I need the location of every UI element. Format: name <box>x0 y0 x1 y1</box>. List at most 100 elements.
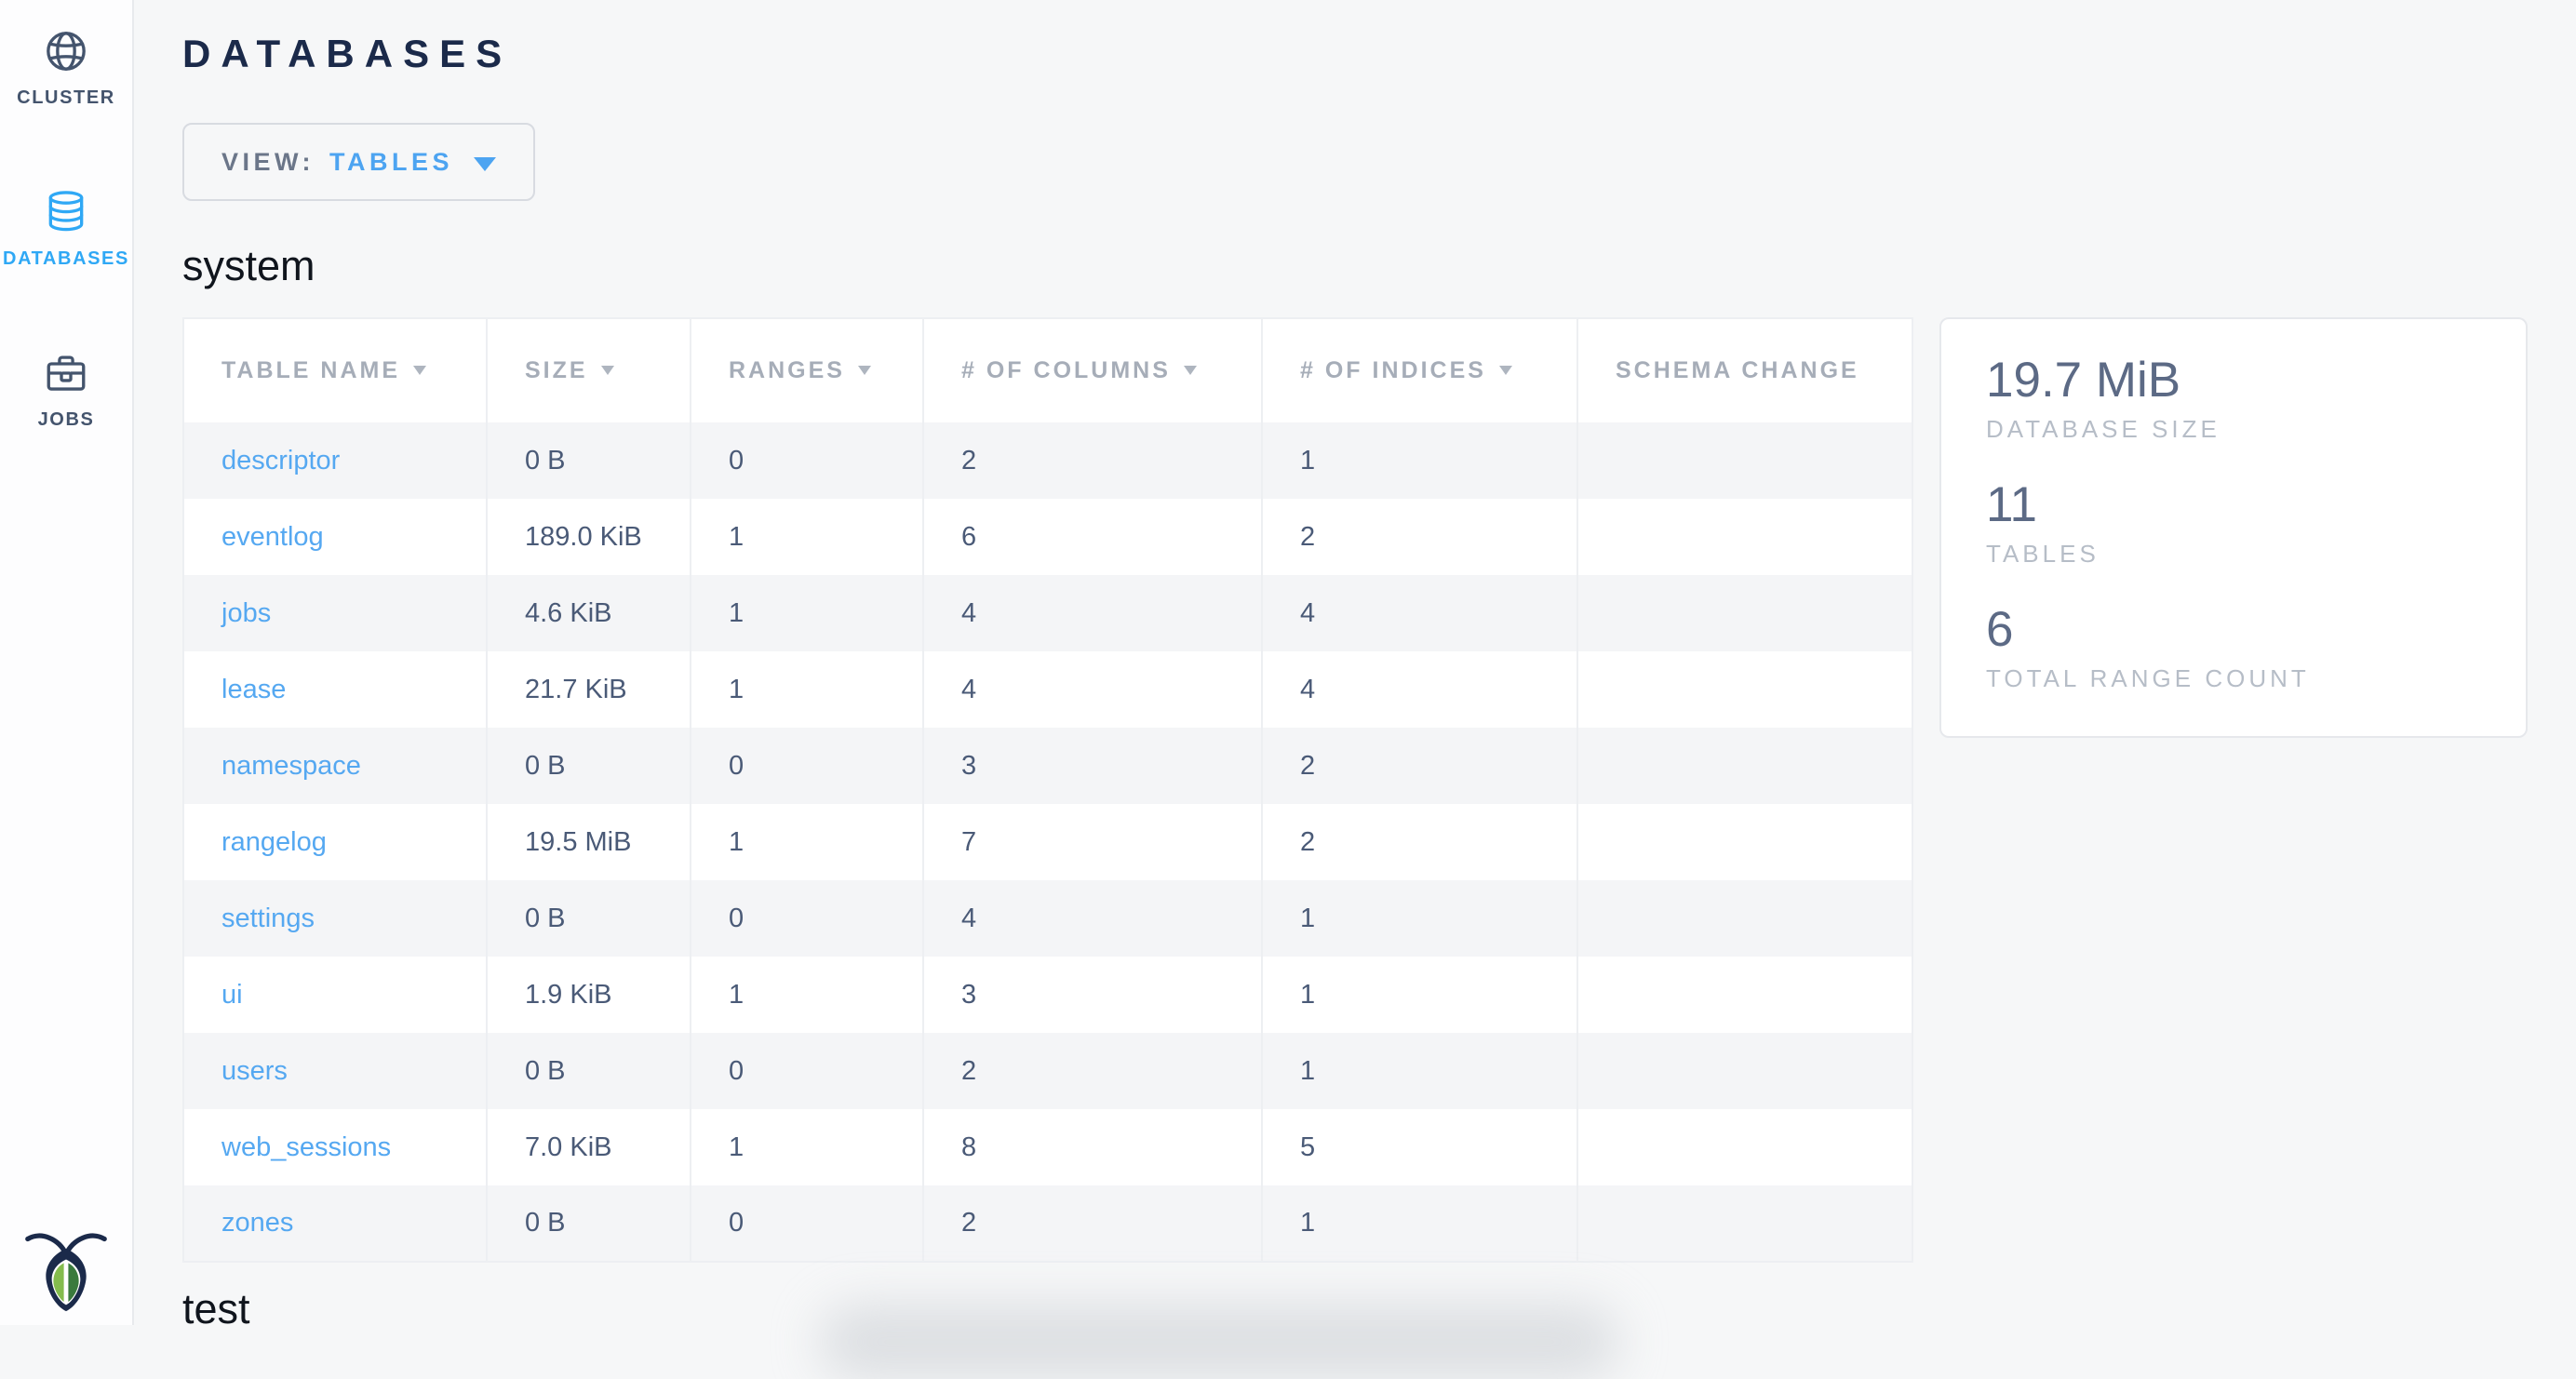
table-name-link[interactable]: ui <box>221 980 243 1010</box>
table-name-cell: ui <box>183 957 487 1033</box>
table-row: rangelog19.5 MiB172 <box>183 804 1912 880</box>
cockroachdb-logo-icon[interactable] <box>21 1227 111 1318</box>
column-header-size[interactable]: SIZE <box>487 318 691 422</box>
table-header-row: TABLE NAME SIZE RANGES # OF COLUMNS # OF IND… <box>183 318 1912 422</box>
table-columns-cell: 2 <box>923 1033 1262 1109</box>
table-ranges-cell: 0 <box>691 422 923 499</box>
table-row: jobs4.6 KiB144 <box>183 575 1912 651</box>
sidebar-item-databases[interactable]: DATABASES <box>0 189 132 270</box>
table-ranges-cell: 1 <box>691 1109 923 1185</box>
table-name-link[interactable]: lease <box>221 675 286 704</box>
column-header-label: # OF COLUMNS <box>961 357 1171 383</box>
table-ranges-cell: 1 <box>691 957 923 1033</box>
table-ranges-cell: 0 <box>691 1185 923 1262</box>
table-name-link[interactable]: rangelog <box>221 827 327 857</box>
table-ranges-cell: 1 <box>691 499 923 575</box>
database-icon <box>43 189 89 235</box>
table-size-cell: 4.6 KiB <box>487 575 691 651</box>
column-header-label: TABLE NAME <box>221 357 400 383</box>
table-indices-cell: 4 <box>1262 575 1577 651</box>
table-ranges-cell: 1 <box>691 804 923 880</box>
table-name-cell: rangelog <box>183 804 487 880</box>
table-row: lease21.7 KiB144 <box>183 651 1912 728</box>
table-indices-cell: 5 <box>1262 1109 1577 1185</box>
table-schema-change-cell <box>1577 1109 1912 1185</box>
table-name-link[interactable]: zones <box>221 1208 293 1238</box>
column-header-table-name[interactable]: TABLE NAME <box>183 318 487 422</box>
system-tables-table: TABLE NAME SIZE RANGES # OF COLUMNS # OF IND… <box>182 317 1913 1263</box>
database-section-title-system: system <box>182 244 2576 288</box>
table-ranges-cell: 1 <box>691 575 923 651</box>
table-columns-cell: 4 <box>923 651 1262 728</box>
sort-caret-icon <box>1184 366 1197 375</box>
table-name-link[interactable]: namespace <box>221 751 361 781</box>
sort-caret-icon <box>858 366 871 375</box>
table-ranges-cell: 0 <box>691 880 923 957</box>
table-size-cell: 0 B <box>487 1033 691 1109</box>
table-indices-cell: 1 <box>1262 957 1577 1033</box>
database-section-title-test: test <box>182 1287 2576 1331</box>
table-name-link[interactable]: web_sessions <box>221 1132 391 1162</box>
database-summary-card: 19.7 MiB DATABASE SIZE 11 TABLES 6 TOTAL… <box>1939 317 2528 738</box>
table-columns-cell: 8 <box>923 1109 1262 1185</box>
table-name-cell: settings <box>183 880 487 957</box>
table-name-cell: descriptor <box>183 422 487 499</box>
table-name-cell: zones <box>183 1185 487 1262</box>
sort-caret-icon <box>1499 366 1512 375</box>
caret-down-icon <box>474 157 496 171</box>
stat-tables: 11 TABLES <box>1986 477 2481 569</box>
stat-total-range-count: 6 TOTAL RANGE COUNT <box>1986 602 2481 693</box>
column-header-label: SIZE <box>525 357 588 383</box>
briefcase-icon <box>43 350 89 396</box>
main-content: DATABASES VIEW: TABLES system TABLE NAME… <box>136 0 2576 1332</box>
globe-icon <box>43 28 89 74</box>
column-header-schema-change: SCHEMA CHANGE <box>1577 318 1912 422</box>
table-name-cell: namespace <box>183 728 487 804</box>
table-columns-cell: 3 <box>923 957 1262 1033</box>
table-name-link[interactable]: settings <box>221 904 315 933</box>
table-columns-cell: 2 <box>923 1185 1262 1262</box>
sidebar-item-label: JOBS <box>38 409 95 431</box>
column-header-label: RANGES <box>729 357 845 383</box>
stat-label: TABLES <box>1986 540 2481 569</box>
table-indices-cell: 4 <box>1262 651 1577 728</box>
table-name-cell: jobs <box>183 575 487 651</box>
table-size-cell: 0 B <box>487 422 691 499</box>
table-name-cell: eventlog <box>183 499 487 575</box>
table-columns-cell: 6 <box>923 499 1262 575</box>
table-name-cell: web_sessions <box>183 1109 487 1185</box>
table-row: settings0 B041 <box>183 880 1912 957</box>
table-indices-cell: 1 <box>1262 880 1577 957</box>
table-name-link[interactable]: jobs <box>221 598 271 628</box>
column-header-label: # OF INDICES <box>1300 357 1486 383</box>
table-ranges-cell: 1 <box>691 651 923 728</box>
table-schema-change-cell <box>1577 575 1912 651</box>
column-header-label: SCHEMA CHANGE <box>1616 357 1859 383</box>
table-schema-change-cell <box>1577 880 1912 957</box>
table-schema-change-cell <box>1577 651 1912 728</box>
table-columns-cell: 2 <box>923 422 1262 499</box>
view-dropdown[interactable]: VIEW: TABLES <box>182 123 535 201</box>
column-header-ranges[interactable]: RANGES <box>691 318 923 422</box>
table-indices-cell: 2 <box>1262 728 1577 804</box>
stat-value: 6 <box>1986 602 2481 659</box>
column-header-of-indices[interactable]: # OF INDICES <box>1262 318 1577 422</box>
table-ranges-cell: 0 <box>691 1033 923 1109</box>
table-row: eventlog189.0 KiB162 <box>183 499 1912 575</box>
sort-caret-icon <box>413 366 426 375</box>
table-name-link[interactable]: descriptor <box>221 446 340 475</box>
table-schema-change-cell <box>1577 1185 1912 1262</box>
table-name-link[interactable]: users <box>221 1056 288 1086</box>
table-name-link[interactable]: eventlog <box>221 522 324 552</box>
table-row: zones0 B021 <box>183 1185 1912 1262</box>
table-row: web_sessions 7.0 KiB185 <box>183 1109 1912 1185</box>
table-size-cell: 7.0 KiB <box>487 1109 691 1185</box>
table-indices-cell: 1 <box>1262 422 1577 499</box>
table-schema-change-cell <box>1577 422 1912 499</box>
page-title: DATABASES <box>182 32 2576 76</box>
table-size-cell: 189.0 KiB <box>487 499 691 575</box>
column-header-of-columns[interactable]: # OF COLUMNS <box>923 318 1262 422</box>
sidebar-item-jobs[interactable]: JOBS <box>0 350 132 431</box>
sidebar-item-cluster[interactable]: CLUSTER <box>0 28 132 109</box>
sidebar-item-label: CLUSTER <box>17 87 115 109</box>
